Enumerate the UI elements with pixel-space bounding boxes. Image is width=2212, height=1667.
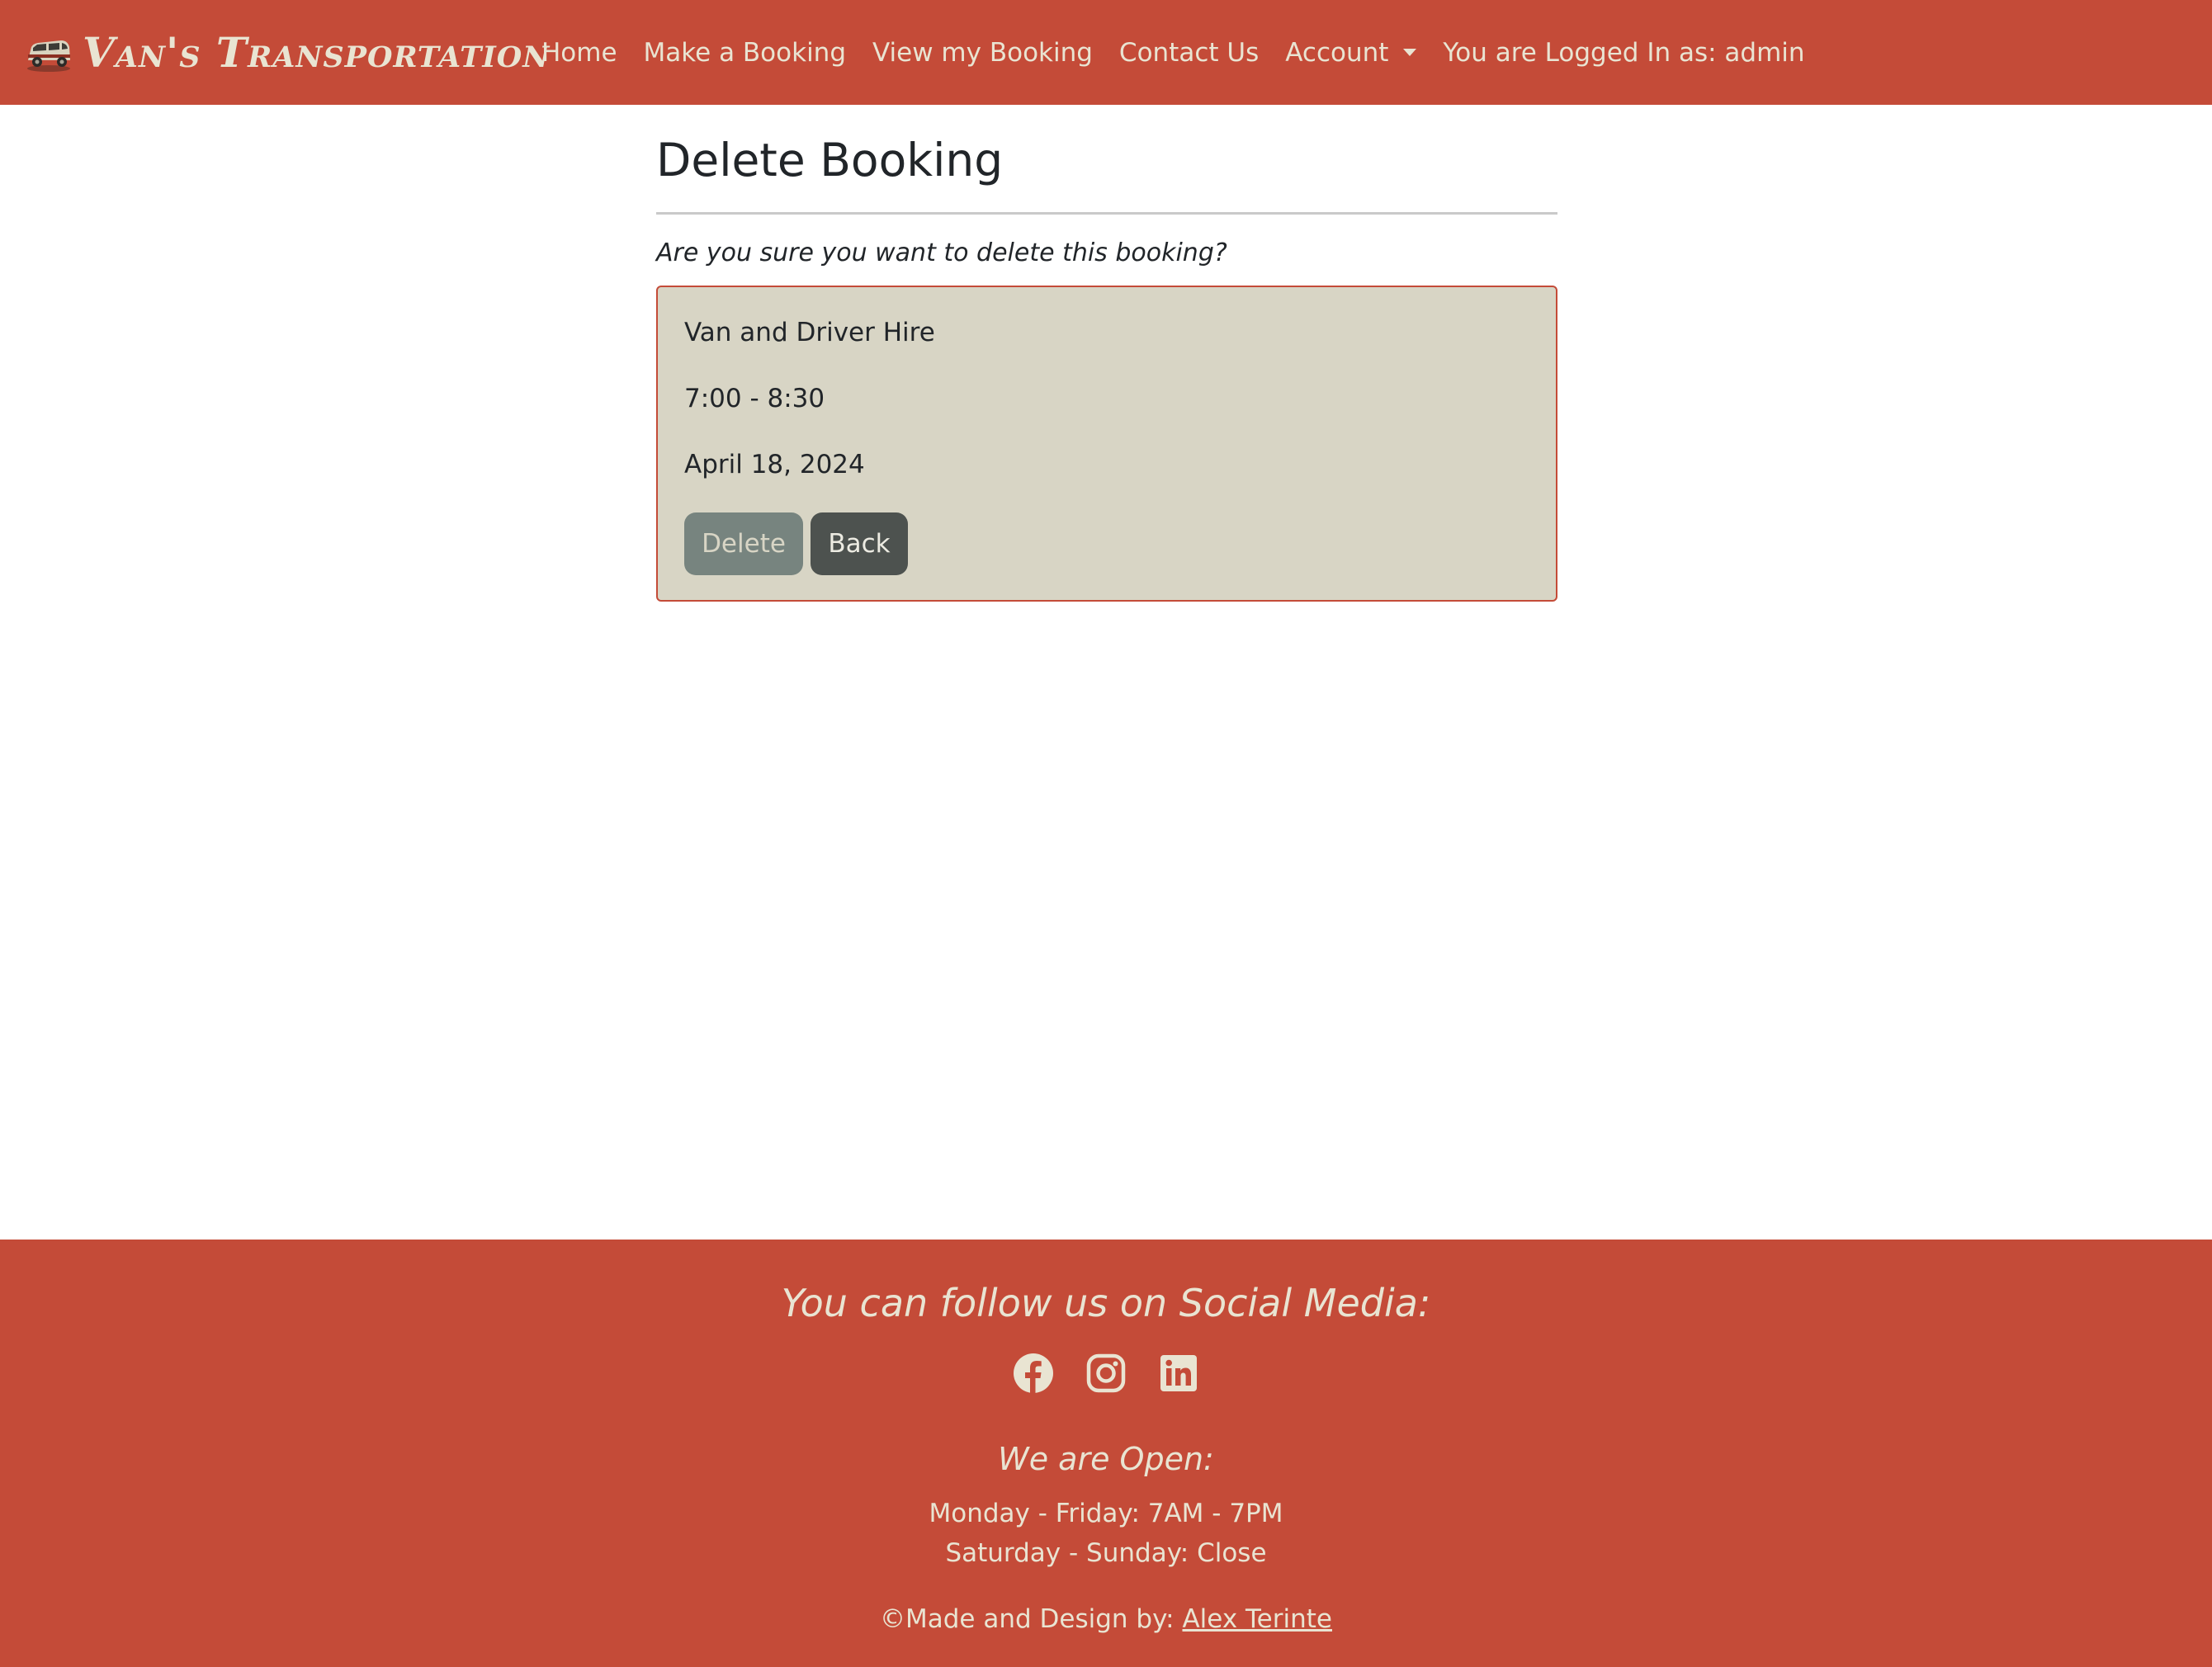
credit-line: ©Made and Design by: Alex Terinte: [0, 1604, 2212, 1634]
login-status: You are Logged In as: admin: [1443, 37, 1805, 68]
booking-date: April 18, 2024: [684, 450, 865, 479]
hours-weekend: Saturday - Sunday: Close: [945, 1538, 1267, 1568]
social-heading: You can follow us on Social Media:: [781, 1281, 1431, 1325]
confirm-prompt: Are you sure you want to delete this boo…: [656, 238, 1227, 267]
linkedin-icon[interactable]: [1158, 1353, 1199, 1394]
delete-button[interactable]: Delete: [684, 512, 803, 575]
booking-service: Van and Driver Hire: [684, 318, 935, 347]
van-icon: [25, 32, 73, 73]
title-divider: [656, 212, 1557, 215]
navbar: Van's Transportation Home Make a Booking…: [0, 0, 2212, 105]
author-link[interactable]: Alex Terinte: [1182, 1604, 1332, 1634]
page-title: Delete Booking: [656, 134, 1004, 187]
account-dropdown[interactable]: Account: [1272, 38, 1430, 68]
nav-link-view-booking[interactable]: View my Booking: [859, 38, 1106, 68]
social-links: [0, 1353, 2212, 1394]
credit-prefix: ©Made and Design by:: [879, 1604, 1183, 1634]
instagram-icon[interactable]: [1085, 1353, 1127, 1394]
facebook-icon[interactable]: [1013, 1353, 1054, 1394]
brand-name: Van's Transportation: [83, 28, 551, 77]
nav-links: Home Make a Booking View my Booking Cont…: [541, 0, 1805, 105]
caret-down-icon: [1403, 49, 1417, 56]
nav-link-home[interactable]: Home: [541, 38, 631, 68]
nav-link-contact[interactable]: Contact Us: [1106, 38, 1272, 68]
hours-weekday: Monday - Friday: 7AM - 7PM: [929, 1499, 1283, 1528]
hours-heading: We are Open:: [998, 1441, 1214, 1477]
back-button[interactable]: Back: [811, 512, 908, 575]
nav-link-make-booking[interactable]: Make a Booking: [631, 38, 859, 68]
account-dropdown-label: Account: [1285, 37, 1389, 68]
booking-card: Van and Driver Hire 7:00 - 8:30 April 18…: [656, 286, 1557, 602]
brand-link[interactable]: Van's Transportation: [25, 0, 550, 105]
booking-time: 7:00 - 8:30: [684, 384, 825, 413]
footer: You can follow us on Social Media: We ar…: [0, 1240, 2212, 1667]
